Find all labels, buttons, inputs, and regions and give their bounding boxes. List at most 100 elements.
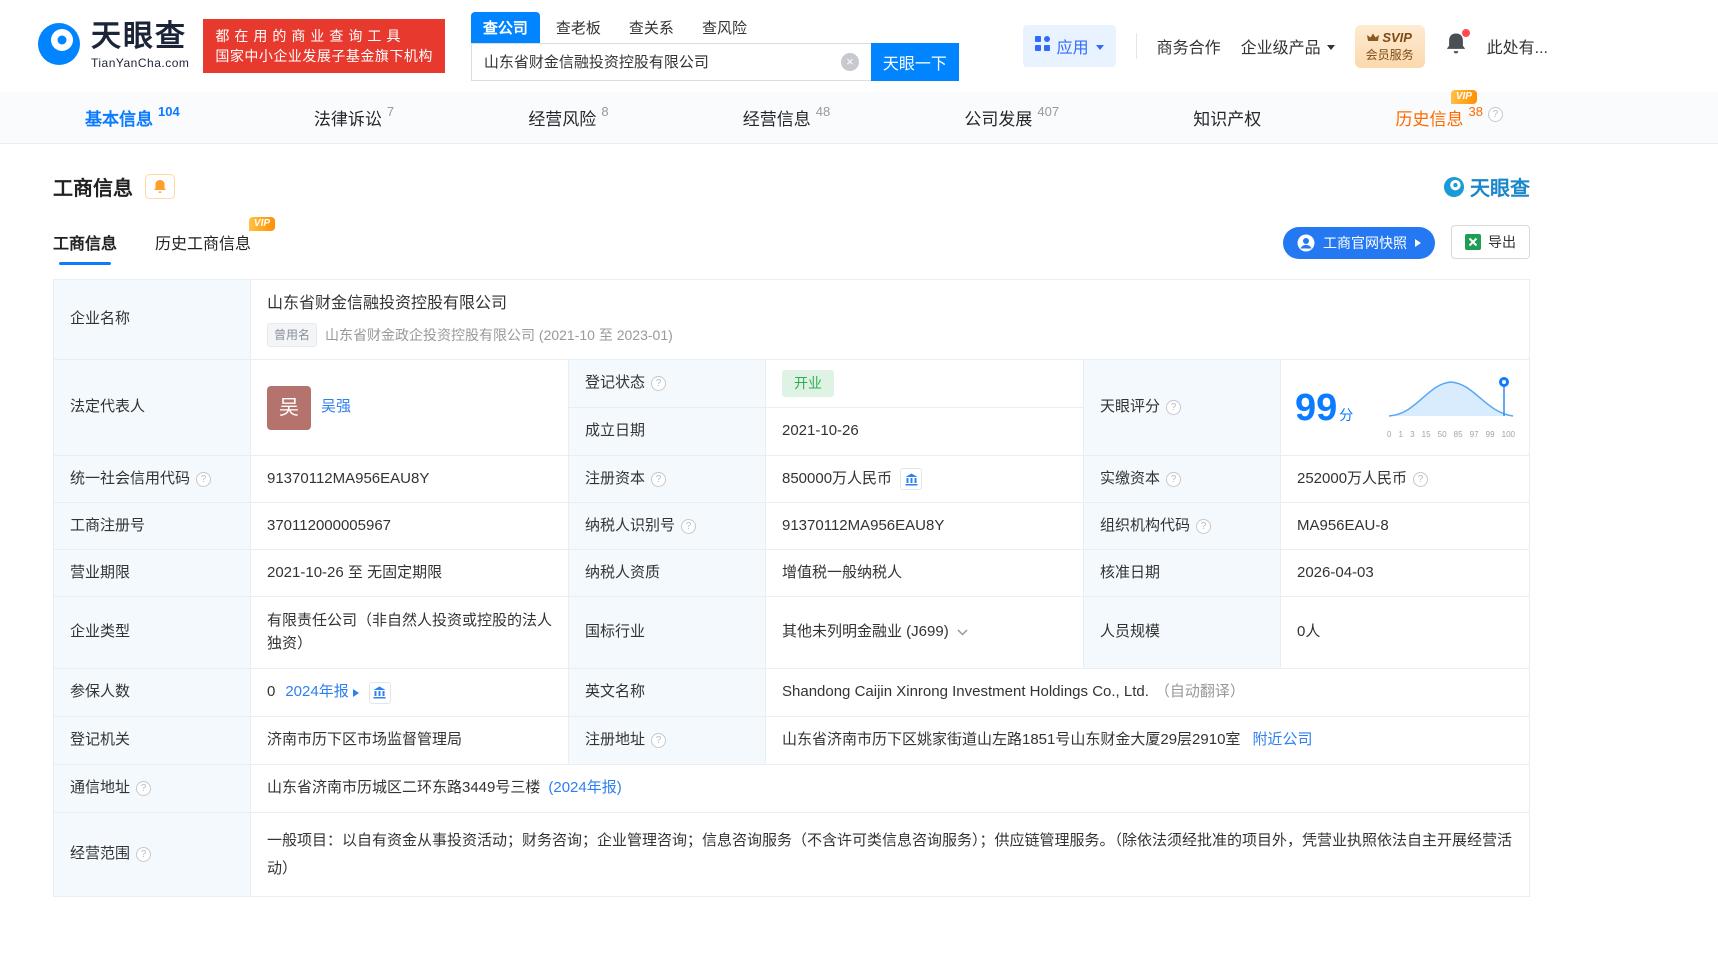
authority-value: 济南市历下区市场监督管理局 bbox=[251, 717, 569, 765]
subscribe-bell-icon[interactable] bbox=[145, 174, 175, 199]
search-tabs: 查公司 查老板 查关系 查风险 bbox=[470, 11, 959, 43]
tab-legal-proceedings[interactable]: 法律诉讼 7 bbox=[314, 104, 395, 130]
label-text: 注册资本 bbox=[585, 469, 646, 487]
term-value: 2021-10-26 至 无固定期限 bbox=[251, 550, 569, 597]
help-icon[interactable] bbox=[1413, 471, 1429, 487]
tab-operation-risk[interactable]: 经营风险 8 bbox=[528, 104, 609, 130]
logo-domain: TianYanCha.com bbox=[91, 56, 190, 70]
tab-intellectual-property[interactable]: 知识产权 bbox=[1193, 105, 1261, 130]
notification-bell-icon[interactable] bbox=[1445, 29, 1470, 60]
tab-count: 8 bbox=[601, 104, 609, 119]
subtab-business-registration[interactable]: 工商信息 bbox=[53, 230, 117, 265]
legal-rep-name-link[interactable]: 吴强 bbox=[321, 396, 351, 419]
help-icon[interactable] bbox=[1166, 471, 1182, 487]
clear-icon[interactable] bbox=[840, 52, 859, 71]
label-text: 注册地址 bbox=[585, 731, 646, 749]
enterprise-products-link[interactable]: 企业级产品 bbox=[1241, 34, 1335, 58]
help-icon[interactable] bbox=[136, 847, 152, 862]
tab-business-info[interactable]: 经营信息 48 bbox=[743, 104, 831, 130]
tyc-score-label: 天眼评分 bbox=[1084, 360, 1281, 456]
top-header: 天眼查 TianYanCha.com 都在用的商业查询工具 国家中小企业发展子基… bbox=[0, 0, 1718, 92]
tab-label: 历史信息 bbox=[1395, 110, 1464, 129]
help-icon[interactable] bbox=[1487, 107, 1503, 122]
annual-report-icon[interactable] bbox=[368, 681, 391, 704]
capital-bank-icon[interactable] bbox=[900, 468, 923, 490]
subtab-row: 工商信息 历史工商信息 VIP 工商官网快照 导出 bbox=[53, 217, 1530, 265]
reg-status-value: 开业 bbox=[766, 360, 1084, 408]
search-tab-risk[interactable]: 查风险 bbox=[690, 12, 759, 43]
label-text: 通信地址 bbox=[70, 779, 131, 797]
help-icon[interactable] bbox=[651, 376, 667, 391]
tianyancha-logo[interactable]: 天眼查 TianYanCha.com bbox=[36, 21, 189, 72]
chevron-down-icon[interactable] bbox=[957, 629, 968, 636]
member-service-label: 会员服务 bbox=[1365, 47, 1414, 62]
value-text: 山东省济南市历下区姚家街道山左路1851号山东财金大厦29层2910室 bbox=[782, 731, 1241, 749]
mail-annual-report-link[interactable]: (2024年报) bbox=[548, 777, 621, 800]
help-icon[interactable] bbox=[651, 471, 667, 487]
help-icon[interactable] bbox=[1166, 400, 1182, 415]
tianyancha-watermark-icon bbox=[1443, 176, 1465, 197]
business-scope-value: 一般项目：以自有资金从事投资活动；财务咨询；企业管理咨询；信息咨询服务（不含许可… bbox=[251, 813, 1530, 897]
label-text: 实缴资本 bbox=[1100, 469, 1161, 487]
apps-menu[interactable]: 应用 bbox=[1022, 25, 1116, 67]
apps-grid-icon bbox=[1034, 36, 1050, 56]
play-icon bbox=[1415, 239, 1421, 247]
term-label: 营业期限 bbox=[54, 550, 251, 597]
legal-rep-avatar[interactable]: 吴 bbox=[267, 385, 311, 430]
tab-basic-info[interactable]: 基本信息 104 bbox=[85, 104, 180, 130]
legal-rep-value: 吴 吴强 bbox=[251, 360, 569, 456]
help-icon[interactable] bbox=[1196, 518, 1212, 534]
search-tab-boss[interactable]: 查老板 bbox=[544, 12, 613, 43]
help-icon[interactable] bbox=[681, 518, 697, 534]
help-icon[interactable] bbox=[136, 781, 152, 796]
label-text: 经营范围 bbox=[70, 845, 131, 863]
taxpayer-id-value: 91370112MA956EAU8Y bbox=[766, 503, 1084, 550]
tab-label: 知识产权 bbox=[1193, 110, 1262, 129]
vip-badge: VIP bbox=[1450, 90, 1477, 104]
address-label: 注册地址 bbox=[569, 717, 766, 765]
business-cooperation-link[interactable]: 商务合作 bbox=[1157, 34, 1221, 58]
nearby-companies-link[interactable]: 附近公司 bbox=[1252, 729, 1312, 752]
snapshot-icon bbox=[1297, 234, 1315, 252]
tab-count: 48 bbox=[815, 104, 831, 119]
search-input[interactable] bbox=[470, 42, 871, 81]
tab-history-info[interactable]: VIP 历史信息 38 bbox=[1395, 90, 1503, 130]
score-number: 99 bbox=[1295, 386, 1338, 429]
company-name-value: 山东省财金信融投资控股有限公司 曾用名 山东省财金政企投资控股有限公司 (202… bbox=[251, 280, 1530, 360]
search-tab-relation[interactable]: 查关系 bbox=[617, 12, 686, 43]
established-value: 2021-10-26 bbox=[766, 408, 1084, 456]
more-link[interactable]: 此处有... bbox=[1487, 34, 1548, 58]
company-name: 山东省财金信融投资控股有限公司 bbox=[267, 295, 508, 312]
annual-report-link[interactable]: 2024年报 bbox=[285, 681, 359, 704]
search-button[interactable]: 天眼一下 bbox=[870, 42, 959, 81]
export-button[interactable]: 导出 bbox=[1451, 225, 1530, 259]
credit-code-label: 统一社会信用代码 bbox=[54, 456, 251, 503]
crown-icon bbox=[1367, 33, 1380, 41]
official-snapshot-button[interactable]: 工商官网快照 bbox=[1283, 227, 1435, 259]
taxpayer-id-label: 纳税人识别号 bbox=[569, 503, 766, 550]
snapshot-label: 工商官网快照 bbox=[1323, 235, 1407, 251]
established-label: 成立日期 bbox=[569, 408, 766, 456]
tab-count: 38 bbox=[1468, 104, 1483, 119]
help-icon[interactable] bbox=[196, 471, 212, 487]
reg-capital-label: 注册资本 bbox=[569, 456, 766, 503]
search-tab-company[interactable]: 查公司 bbox=[470, 11, 540, 43]
tianyancha-logo-icon bbox=[36, 21, 82, 72]
help-icon[interactable] bbox=[651, 733, 667, 748]
excel-icon bbox=[1465, 234, 1481, 250]
reg-no-value: 370112000005967 bbox=[251, 503, 569, 550]
promo-banner: 都在用的商业查询工具 国家中小企业发展子基金旗下机构 bbox=[203, 19, 445, 73]
svip-member-button[interactable]: SVIP 会员服务 bbox=[1354, 24, 1425, 68]
search-area: 查公司 查老板 查关系 查风险 天眼一下 bbox=[470, 11, 959, 81]
chevron-down-icon bbox=[1095, 44, 1104, 50]
tab-count: 7 bbox=[386, 104, 395, 119]
subtab-history-registration[interactable]: 历史工商信息 VIP bbox=[155, 217, 276, 265]
company-type-label: 企业类型 bbox=[54, 597, 251, 669]
tyc-score-value[interactable]: 99 分 0 1 3 15 50 85 97 99 100 bbox=[1281, 360, 1530, 456]
reg-capital-value: 850000万人民币 bbox=[766, 456, 1084, 503]
tab-company-development[interactable]: 公司发展 407 bbox=[964, 104, 1059, 130]
former-name: 山东省财金政企投资控股有限公司 (2021-10 至 2023-01) bbox=[325, 326, 673, 343]
enterprise-products-label: 企业级产品 bbox=[1240, 40, 1321, 57]
watermark-label: 天眼查 bbox=[1470, 178, 1530, 200]
section-header: 工商信息 天眼查 bbox=[53, 172, 1530, 201]
